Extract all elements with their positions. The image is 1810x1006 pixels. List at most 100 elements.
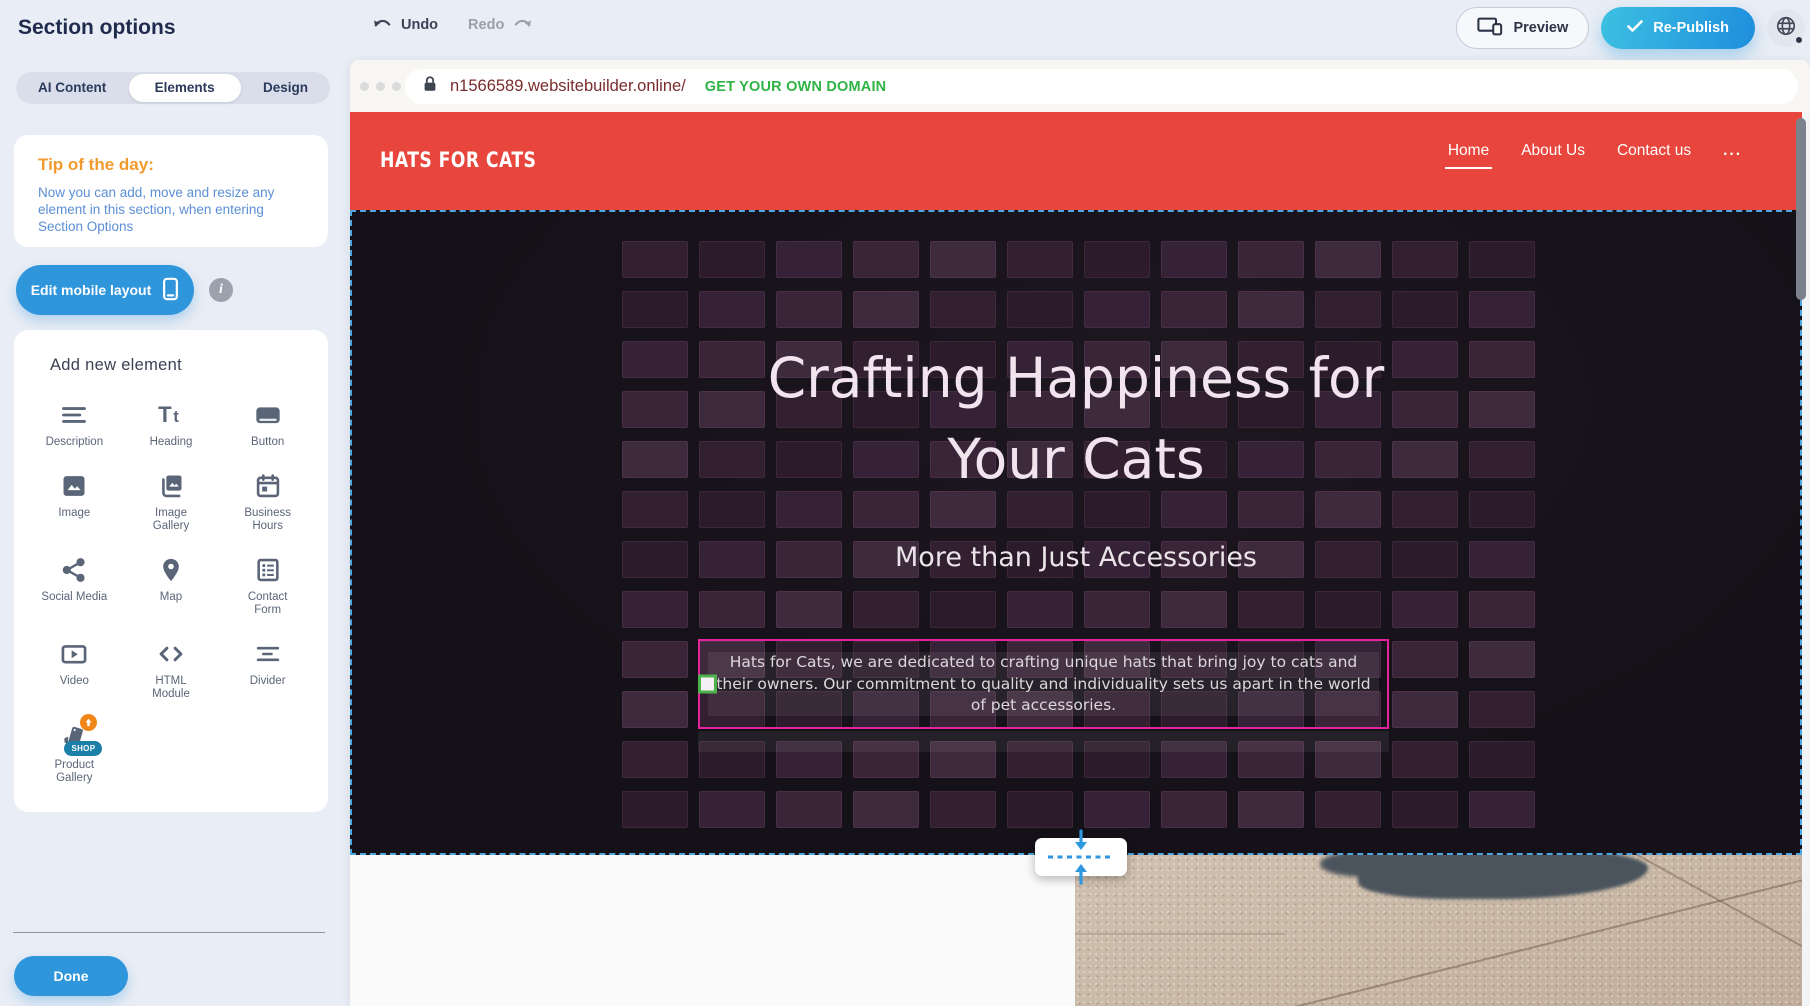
tab-elements[interactable]: Elements xyxy=(129,74,241,102)
html-module-icon xyxy=(157,640,185,668)
mosaic-tile xyxy=(622,291,688,328)
element-social-media[interactable]: Social Media xyxy=(26,546,123,624)
republish-button[interactable]: Re-Publish xyxy=(1601,7,1755,49)
window-dots-icon xyxy=(360,82,401,91)
tile-seam xyxy=(1636,855,1802,962)
description-icon xyxy=(60,401,88,429)
tip-title: Tip of the day: xyxy=(38,155,304,175)
mosaic-tile xyxy=(1469,741,1535,778)
element-video[interactable]: Video xyxy=(26,630,123,708)
mosaic-tile xyxy=(1315,291,1381,328)
image-icon xyxy=(60,472,88,500)
mosaic-tile xyxy=(622,691,688,728)
social-media-icon xyxy=(60,556,88,584)
hero-subheading[interactable]: More than Just Accessories xyxy=(352,542,1800,573)
mosaic-tile xyxy=(1084,291,1150,328)
url-bar[interactable]: n1566589.websitebuilder.online/ GET YOUR… xyxy=(405,69,1798,104)
element-label: Product Gallery xyxy=(41,759,107,786)
hero-heading[interactable]: Crafting Happiness for Your Cats xyxy=(352,338,1800,500)
globe-icon xyxy=(1775,15,1797,42)
nav-contact-us[interactable]: Contact us xyxy=(1617,142,1691,169)
tab-ai-content[interactable]: AI Content xyxy=(24,74,120,102)
mosaic-tile xyxy=(699,591,765,628)
nav-about-us[interactable]: About Us xyxy=(1521,142,1585,169)
panel-tabs: AI Content Elements Design xyxy=(16,72,330,104)
mosaic-tile xyxy=(1469,591,1535,628)
mosaic-tile xyxy=(1161,241,1227,278)
nav-home[interactable]: Home xyxy=(1448,142,1489,169)
get-your-own-domain-link[interactable]: GET YOUR OWN DOMAIN xyxy=(705,79,887,95)
mosaic-tile xyxy=(1469,641,1535,678)
preview-scrollbar[interactable] xyxy=(1796,118,1806,300)
mosaic-tile xyxy=(930,241,996,278)
button-icon xyxy=(254,401,282,429)
tip-body: Now you can add, move and resize any ele… xyxy=(38,184,304,235)
element-label: Description xyxy=(46,436,104,450)
mosaic-tile xyxy=(1315,241,1381,278)
done-button[interactable]: Done xyxy=(14,956,128,996)
resize-handle-left[interactable] xyxy=(698,675,717,694)
element-divider[interactable]: Divider xyxy=(219,630,316,708)
element-label: Image xyxy=(58,507,90,521)
element-image[interactable]: Image xyxy=(26,462,123,540)
language-globe-button[interactable] xyxy=(1767,9,1805,47)
mosaic-tile xyxy=(853,291,919,328)
floor-image xyxy=(1075,855,1802,1006)
element-button[interactable]: Button xyxy=(219,391,316,456)
mosaic-tile xyxy=(1469,241,1535,278)
element-contact-form[interactable]: Contact Form xyxy=(219,546,316,624)
hero-paragraph[interactable]: Hats for Cats, we are dedicated to craft… xyxy=(712,652,1375,717)
element-product-gallery[interactable]: SHOPProduct Gallery xyxy=(26,714,123,792)
element-html-module[interactable]: HTML Module xyxy=(123,630,220,708)
tip-of-the-day-card: Tip of the day: Now you can add, move an… xyxy=(14,135,328,247)
mosaic-tile xyxy=(622,641,688,678)
element-map[interactable]: Map xyxy=(123,546,220,624)
mosaic-tile xyxy=(699,291,765,328)
mosaic-tile xyxy=(776,591,842,628)
undo-button[interactable]: Undo xyxy=(372,16,438,34)
element-description[interactable]: Description xyxy=(26,391,123,456)
mosaic-tile xyxy=(1007,291,1073,328)
mosaic-tile xyxy=(622,741,688,778)
element-shadow-strip xyxy=(698,731,1389,752)
globe-notification-dot xyxy=(1795,36,1803,44)
nav-more-menu[interactable]: ... xyxy=(1723,142,1742,169)
tab-design[interactable]: Design xyxy=(249,74,322,102)
mosaic-tile xyxy=(1392,691,1458,728)
lock-icon xyxy=(421,75,439,98)
hero-section[interactable]: Crafting Happiness for Your Cats More th… xyxy=(350,210,1802,855)
element-image-gallery[interactable]: Image Gallery xyxy=(123,462,220,540)
element-heading[interactable]: TtHeading xyxy=(123,391,220,456)
site-viewport: HATS FOR CATS HomeAbout UsContact us... … xyxy=(350,112,1810,1006)
redo-icon xyxy=(512,16,533,34)
mobile-phone-icon xyxy=(162,277,179,304)
paragraph-selection-box[interactable]: Hats for Cats, we are dedicated to craft… xyxy=(698,639,1389,729)
preview-button[interactable]: Preview xyxy=(1456,7,1589,49)
publish-controls: Preview Re-Publish xyxy=(1456,7,1805,49)
mosaic-tile xyxy=(776,291,842,328)
mosaic-tile xyxy=(1084,241,1150,278)
panel-divider xyxy=(13,932,325,933)
mosaic-tile xyxy=(699,791,765,828)
add-element-panel: Add new element DescriptionTtHeadingButt… xyxy=(14,330,328,812)
mosaic-tile xyxy=(1084,791,1150,828)
mosaic-tile xyxy=(1392,791,1458,828)
element-label: Heading xyxy=(150,436,193,450)
image-gallery-icon xyxy=(157,472,185,500)
site-header[interactable]: HATS FOR CATS Home About Us Contact us... xyxy=(350,112,1802,210)
mosaic-tile xyxy=(1238,241,1304,278)
info-icon[interactable]: i xyxy=(209,278,233,302)
element-business-hours[interactable]: Business Hours xyxy=(219,462,316,540)
mosaic-tile xyxy=(853,791,919,828)
site-logo[interactable]: HATS FOR CATS xyxy=(380,148,536,172)
mosaic-tile xyxy=(1315,591,1381,628)
mosaic-tile xyxy=(1392,741,1458,778)
section-resize-handle[interactable] xyxy=(1035,838,1127,876)
element-grid: Description TtHeadingButton Image Image Gal… xyxy=(26,391,316,792)
redo-button[interactable]: Redo xyxy=(468,16,533,34)
mosaic-tile xyxy=(1469,791,1535,828)
history-controls: Undo Redo xyxy=(372,16,533,34)
element-label: Social Media xyxy=(41,591,107,605)
edit-mobile-layout-button[interactable]: Edit mobile layout xyxy=(16,265,194,315)
redo-label: Redo xyxy=(468,17,504,33)
